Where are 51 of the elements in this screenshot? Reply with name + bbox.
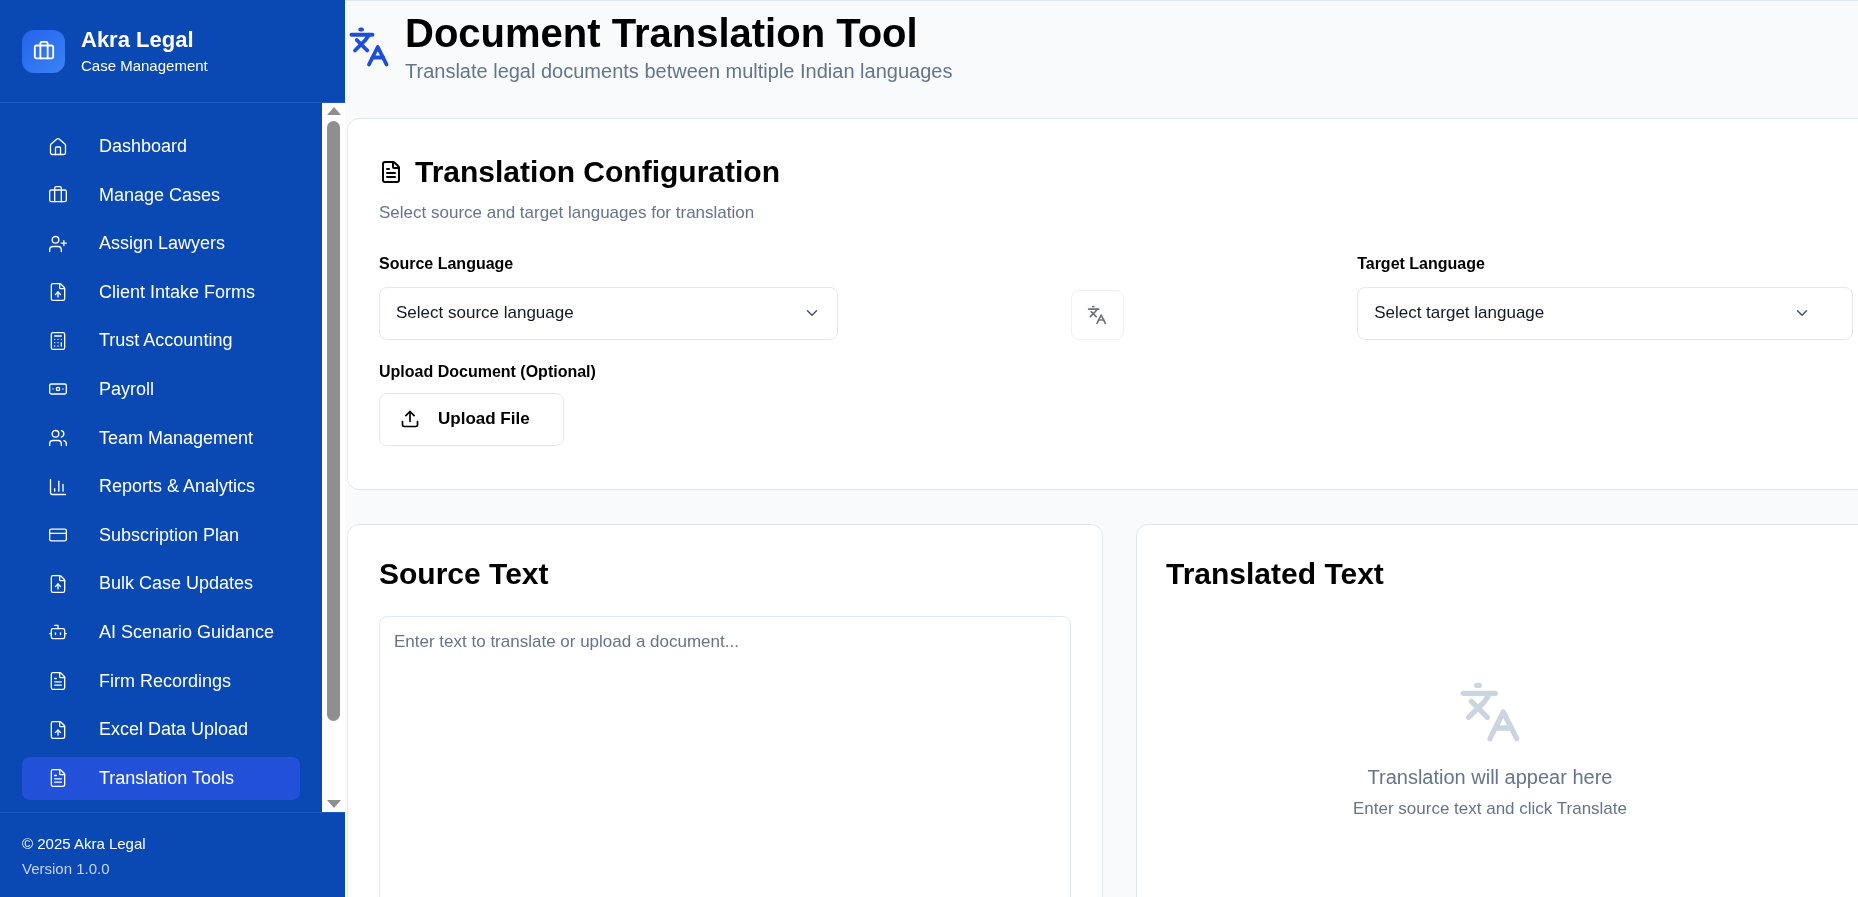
- file-upload-icon: [48, 719, 68, 740]
- upload-file-button[interactable]: Upload File: [379, 392, 564, 446]
- sidebar-item[interactable]: Manage Cases: [22, 173, 300, 217]
- bar-chart-icon: [48, 476, 68, 497]
- file-upload-icon: [48, 573, 68, 594]
- card-subtitle: Select source and target languages for translation: [379, 202, 756, 224]
- sidebar-item[interactable]: Subscription Plan: [22, 513, 300, 557]
- user-plus-icon: [48, 233, 68, 254]
- sidebar-item[interactable]: Translation Tools: [22, 756, 300, 800]
- sidebar-item[interactable]: Team Management: [22, 416, 300, 460]
- translate-icon: [1087, 304, 1108, 325]
- empty-state-title: Translation will appear here: [1367, 765, 1613, 790]
- page-subtitle: Translate legal documents between multiple Indian languages: [405, 59, 953, 84]
- calculator-icon: [48, 330, 68, 351]
- sidebar-item[interactable]: Assign Lawyers: [22, 222, 300, 266]
- file-upload-icon: [48, 282, 68, 303]
- sidebar-item[interactable]: Dashboard: [22, 125, 300, 168]
- scrollbar[interactable]: [322, 103, 345, 812]
- swap-languages-button[interactable]: [1070, 289, 1125, 340]
- brand-name: Akra Legal: [81, 25, 195, 54]
- briefcase-logo-icon: [22, 29, 65, 73]
- copyright-text: © 2025 Akra Legal: [22, 834, 147, 854]
- brand-tagline: Case Management: [81, 57, 208, 77]
- card-title: Source Text: [379, 556, 550, 592]
- users-icon: [48, 428, 68, 449]
- sidebar-item[interactable]: Client Intake Forms: [22, 270, 300, 314]
- sidebar-item[interactable]: Reports & Analytics: [22, 465, 300, 509]
- document-icon: [379, 159, 403, 184]
- document-icon: [48, 671, 68, 692]
- sidebar-item[interactable]: Firm Recordings: [22, 659, 300, 703]
- source-language-select[interactable]: Select source language: [379, 286, 838, 340]
- field-label: Source Language: [379, 253, 515, 274]
- document-icon: [48, 768, 68, 789]
- upload-icon: [400, 409, 420, 429]
- card-title: Translated Text: [1166, 556, 1385, 592]
- sidebar-item[interactable]: Excel Data Upload: [22, 708, 300, 752]
- card-title: Translation Configuration: [415, 154, 780, 190]
- sidebar-item[interactable]: AI Scenario Guidance: [22, 610, 300, 654]
- translate-icon: [1458, 680, 1522, 744]
- field-label: Upload Document (Optional): [379, 361, 597, 382]
- page-title: Document Translation Tool: [405, 10, 919, 57]
- version-text: Version 1.0.0: [22, 858, 111, 879]
- field-label: Target Language: [1357, 253, 1486, 274]
- empty-state-hint: Enter source text and click Translate: [1353, 798, 1627, 820]
- target-language-select[interactable]: Select target language: [1357, 286, 1853, 340]
- sidebar-item[interactable]: Payroll: [22, 367, 300, 411]
- sidebar-item[interactable]: Bulk Case Updates: [22, 562, 300, 606]
- home-icon: [48, 136, 68, 157]
- sidebar-item[interactable]: Trust Accounting: [22, 319, 300, 363]
- translate-icon: [347, 25, 391, 69]
- source-text-input[interactable]: Enter text to translate or upload a document...: [379, 616, 1071, 897]
